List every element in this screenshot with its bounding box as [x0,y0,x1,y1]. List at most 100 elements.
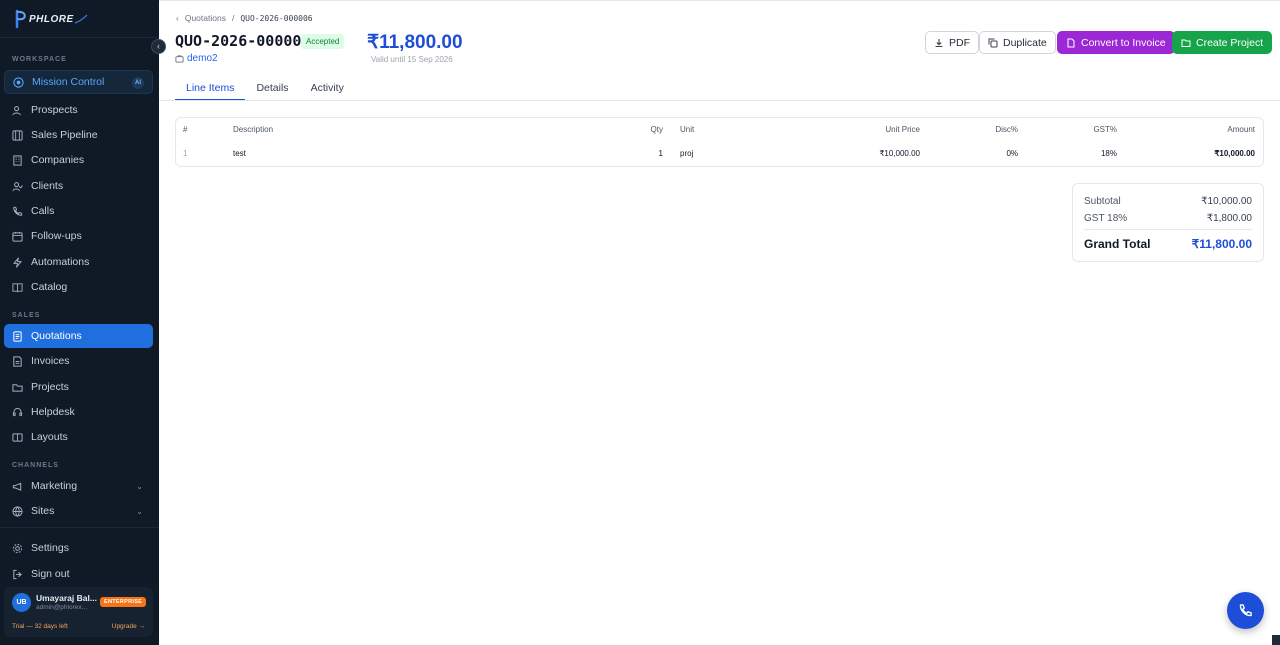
chevron-left-icon[interactable]: ‹ [176,13,179,23]
folder-plus-icon [1181,39,1191,47]
sidebar-item-label: Marketing [31,480,78,492]
zap-icon [12,256,23,268]
sidebar-item-projects[interactable]: Projects [4,375,153,399]
sidebar-item-catalog[interactable]: Catalog [4,275,153,299]
logo-text: PHLORE [29,13,74,25]
sidebar-item-sites[interactable]: Sites ⌄ [4,499,153,523]
tab-bar: Line Items Details Activity [175,76,355,101]
breadcrumb-current: QUO-2026-000006 [240,13,313,23]
grand-total-value: ₹11,800.00 [1191,237,1252,251]
sidebar-item-label: Companies [31,154,85,166]
upgrade-link[interactable]: Upgrade → [112,623,145,630]
sidebar-item-automations[interactable]: Automations [4,250,153,274]
phone-icon [1239,604,1252,617]
plan-badge: ENTERPRISE [100,597,147,607]
tab-divider [159,100,1280,101]
users-icon [12,105,23,116]
tab-line-items[interactable]: Line Items [175,76,246,101]
cell-index: 1 [183,149,188,158]
sidebar-item-quotations[interactable]: Quotations [4,324,153,348]
client-link[interactable]: demo2 [175,53,218,64]
duplicate-label: Duplicate [1003,36,1047,49]
subtotal-label: Subtotal [1084,196,1121,207]
sidebar-item-layouts[interactable]: Layouts [4,425,153,449]
receipt-icon [12,355,23,367]
logo-swoosh-icon [74,14,88,24]
sidebar-item-calls[interactable]: Calls [4,199,153,223]
sidebar-item-label: Quotations [31,330,82,342]
app-logo[interactable]: PHLORE [14,8,88,30]
sidebar: PHLORE WORKSPACE Mission Control AI Pros… [0,0,159,645]
create-project-button[interactable]: Create Project [1172,31,1273,54]
sidebar-item-label: Follow-ups [31,230,82,242]
sidebar-item-sales-pipeline[interactable]: Sales Pipeline [4,123,153,147]
column-header-unit-price: Unit Price [885,125,920,134]
sidebar-item-label: Clients [31,180,64,192]
scrollbar-corner [1272,635,1280,645]
document-icon [12,330,23,342]
sidebar-item-label: Settings [31,542,69,554]
cell-unit-price: ₹10,000.00 [879,149,920,158]
trial-status: Trial — 32 days left [12,623,68,630]
chevron-down-icon[interactable]: ⌄ [136,507,143,516]
sidebar-item-label: Sales Pipeline [31,129,98,141]
sidebar-item-mission-control[interactable]: Mission Control AI [4,70,153,94]
user-card[interactable]: UB Umayaraj Bal... admin@phlorex... ENTE… [4,587,153,637]
collapse-sidebar-button[interactable]: ‹ [151,39,166,54]
column-header-unit: Unit [680,125,695,134]
breadcrumb: ‹ Quotations / QUO-2026-000006 [176,13,313,23]
duplicate-button[interactable]: Duplicate [979,31,1056,54]
section-label-channels: CHANNELS [12,462,59,469]
headset-icon [12,407,23,418]
line-items-table: # Description Qty Unit Unit Price Disc% … [175,117,1264,167]
create-project-label: Create Project [1196,36,1264,49]
tab-activity[interactable]: Activity [300,76,355,101]
sidebar-item-follow-ups[interactable]: Follow-ups [4,224,153,248]
chevron-down-icon[interactable]: ⌄ [136,482,143,491]
sidebar-item-label: Automations [31,256,90,268]
tab-details[interactable]: Details [245,76,299,101]
briefcase-icon [175,55,184,63]
sidebar-item-helpdesk[interactable]: Helpdesk [4,400,153,424]
pdf-label: PDF [949,36,970,49]
sidebar-item-prospects[interactable]: Prospects [4,98,153,122]
sidebar-item-label: Sign out [31,568,70,580]
user-name: Umayaraj Bal... [36,593,97,603]
breadcrumb-separator: / [231,13,235,23]
target-icon [13,76,24,88]
totals-card: Subtotal ₹10,000.00 GST 18% ₹1,800.00 Gr… [1072,183,1264,262]
column-header-amount: Amount [1227,125,1255,134]
valid-until: Valid until 15 Sep 2026 [371,55,453,64]
megaphone-icon [12,481,23,492]
convert-to-invoice-button[interactable]: Convert to Invoice [1057,31,1175,54]
sidebar-item-marketing[interactable]: Marketing ⌄ [4,474,153,498]
sidebar-item-label: Projects [31,381,69,393]
calendar-icon [12,231,23,242]
column-header-qty: Qty [650,125,663,134]
sidebar-item-label: Calls [31,205,55,217]
status-badge: Accepted [301,34,345,49]
call-fab-button[interactable] [1227,592,1264,629]
cell-qty: 1 [658,149,663,158]
cell-amount: ₹10,000.00 [1214,149,1255,158]
ai-badge: AI [132,77,144,89]
main-content: ‹ Quotations / QUO-2026-000006 QUO-2026-… [159,0,1280,645]
sidebar-item-companies[interactable]: Companies [4,148,153,172]
sidebar-item-label: Layouts [31,431,68,443]
breadcrumb-parent-link[interactable]: Quotations [185,13,226,23]
pdf-button[interactable]: PDF [925,31,979,54]
sidebar-item-label: Catalog [31,281,68,293]
sidebar-item-label: Mission Control [32,76,105,88]
file-icon [1067,38,1075,47]
sidebar-item-settings[interactable]: Settings [4,536,153,560]
logout-icon [12,569,23,580]
sidebar-item-label: Invoices [31,355,70,367]
sidebar-item-sign-out[interactable]: Sign out [4,562,153,586]
sidebar-item-clients[interactable]: Clients [4,174,153,198]
sidebar-item-label: Sites [31,505,55,517]
sidebar-item-invoices[interactable]: Invoices [4,349,153,373]
book-icon [12,282,23,293]
globe-icon [12,505,23,517]
client-name: demo2 [187,53,218,64]
building-icon [12,154,23,166]
